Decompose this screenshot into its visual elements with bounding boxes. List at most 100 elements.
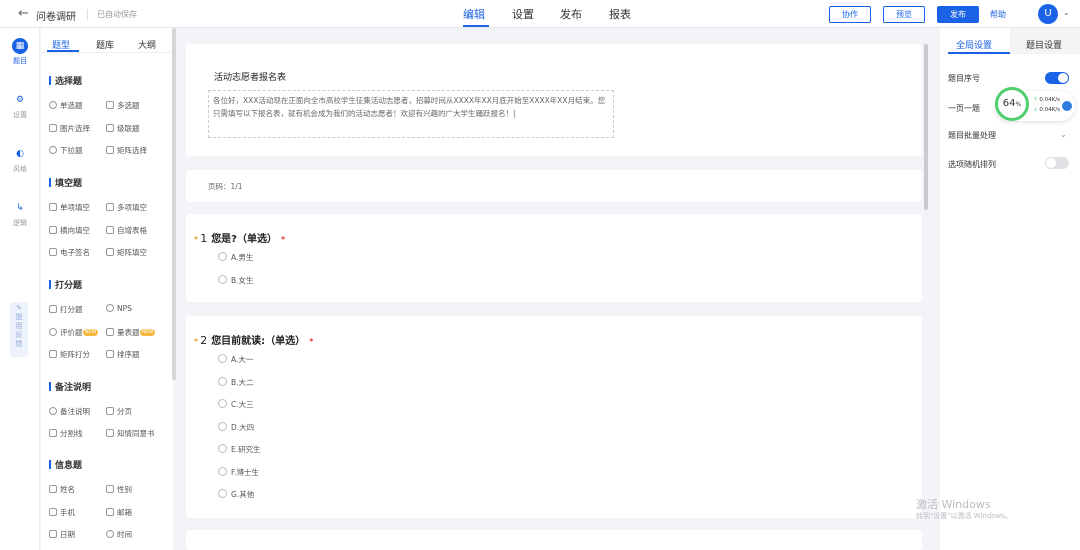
option-radio[interactable]: F.博士生 bbox=[218, 467, 259, 478]
radio-icon bbox=[49, 101, 57, 109]
qtype-divider[interactable]: 分割线 bbox=[49, 428, 83, 439]
random-options-toggle[interactable] bbox=[1045, 157, 1069, 169]
qtype-label: 邮箱 bbox=[117, 508, 132, 517]
scrollbar[interactable] bbox=[172, 28, 176, 380]
qtype-page-break[interactable]: 分页 bbox=[106, 406, 132, 417]
qtype-signature[interactable]: 电子签名 bbox=[49, 247, 90, 258]
chevron-down-icon[interactable]: ⌄ bbox=[1060, 130, 1067, 139]
group-title-info: 信息题 bbox=[49, 458, 82, 471]
rail-label: 题目 bbox=[13, 57, 27, 65]
tab-global-settings[interactable]: 全局设置 bbox=[956, 38, 992, 51]
qtype-cascade[interactable]: 级联题 bbox=[106, 123, 140, 134]
divider bbox=[41, 52, 173, 53]
qtype-name[interactable]: 姓名 bbox=[49, 484, 75, 495]
qtype-auto-table[interactable]: 自增表格 bbox=[106, 225, 147, 236]
qtype-label: 姓名 bbox=[60, 485, 75, 494]
rail-label: 风格 bbox=[13, 165, 27, 173]
left-rail: ▦ 题目 ⚙ 设置 ◐ 风格 ↳ 逻辑 bbox=[0, 28, 40, 550]
tab-settings[interactable]: 设置 bbox=[512, 6, 534, 22]
rail-item-questions[interactable]: ▦ 题目 bbox=[0, 38, 40, 66]
qtype-label: 电子签名 bbox=[60, 248, 90, 257]
question-number: 1 bbox=[200, 232, 208, 245]
qtype-matrix-score[interactable]: 矩阵打分 bbox=[49, 349, 90, 360]
qtype-image-choice[interactable]: 图片选择 bbox=[49, 123, 90, 134]
tab-report[interactable]: 报表 bbox=[609, 6, 631, 22]
qtype-matrix-choice[interactable]: 矩阵选择 bbox=[106, 145, 147, 156]
tab-question-bank[interactable]: 题库 bbox=[96, 38, 114, 51]
network-speed-widget[interactable]: 64% ↑ 0.04K/s ↓ 0.04K/s bbox=[995, 87, 1075, 121]
question-card-2[interactable]: * 2 您目前就读:（单选） * A.大一 B.大二 C.大三 D.大四 E.研究生 … bbox=[186, 316, 922, 518]
nps-icon bbox=[106, 304, 114, 312]
qtype-multi-choice[interactable]: 多选题 bbox=[106, 100, 140, 111]
publish-button[interactable]: 发布 bbox=[937, 6, 979, 23]
qtype-scale[interactable]: 量表题 NEW bbox=[106, 327, 156, 338]
qtype-phone[interactable]: 手机 bbox=[49, 507, 75, 518]
rail-item-logic[interactable]: ↳ 逻辑 bbox=[0, 200, 40, 228]
numbering-toggle[interactable] bbox=[1045, 72, 1069, 84]
qtype-label: 图片选择 bbox=[60, 124, 90, 133]
matrix-icon bbox=[106, 248, 114, 256]
collab-button[interactable]: 协作 bbox=[829, 6, 871, 23]
setting-one-per-page: 一页一题 bbox=[948, 104, 980, 113]
palette-icon: ◐ bbox=[16, 149, 24, 159]
qtype-email[interactable]: 邮箱 bbox=[106, 507, 132, 518]
qtype-date[interactable]: 日期 bbox=[49, 529, 75, 540]
edit-icon: ✎ bbox=[16, 304, 22, 312]
qtype-consent[interactable]: 知情同意书 bbox=[106, 428, 155, 439]
divider bbox=[87, 9, 88, 20]
survey-title[interactable]: 活动志愿者报名表 bbox=[214, 70, 286, 83]
survey-description-input[interactable]: 各位好，XXX活动现在正面向全市高校学生征集活动志愿者，招募时间从XXXX年XX… bbox=[208, 90, 614, 138]
qtype-nps[interactable]: NPS bbox=[106, 304, 132, 313]
question-card-1[interactable]: * 1 您是?（单选） * A.男生 B.女生 bbox=[186, 214, 922, 302]
qtype-rating[interactable]: 打分题 bbox=[49, 304, 83, 315]
survey-header-card[interactable]: 活动志愿者报名表 各位好，XXX活动现在正面向全市高校学生征集活动志愿者，招募时… bbox=[186, 44, 922, 156]
qtype-matrix-fill[interactable]: 矩阵填空 bbox=[106, 247, 147, 258]
preview-button[interactable]: 预览 bbox=[883, 6, 925, 23]
qtype-multi-fill[interactable]: 多项填空 bbox=[106, 202, 147, 213]
qtype-single-fill[interactable]: 单项填空 bbox=[49, 202, 90, 213]
option-radio[interactable]: A.男生 bbox=[218, 252, 253, 263]
feedback-char: 馈 bbox=[15, 340, 23, 348]
feedback-button[interactable]: ✎ 提 用 反 馈 bbox=[10, 302, 28, 357]
question-text: 您目前就读: bbox=[211, 336, 266, 347]
option-radio[interactable]: C.大三 bbox=[218, 399, 254, 410]
avatar[interactable]: U bbox=[1038, 4, 1058, 24]
widget-menu-icon[interactable] bbox=[1062, 101, 1072, 111]
qtype-sort[interactable]: 排序题 bbox=[106, 349, 140, 360]
question-title[interactable]: * 2 您目前就读:（单选） * bbox=[194, 332, 313, 347]
qtype-single-choice[interactable]: 单选题 bbox=[49, 100, 83, 111]
tab-publish[interactable]: 发布 bbox=[560, 6, 582, 22]
calendar-icon bbox=[49, 530, 57, 538]
question-card-3[interactable] bbox=[186, 530, 922, 550]
option-radio[interactable]: E.研究生 bbox=[218, 444, 261, 455]
text-icon bbox=[49, 226, 57, 234]
scrollbar[interactable] bbox=[924, 44, 928, 210]
upload-speed: ↑ 0.04K/s bbox=[1033, 97, 1060, 103]
chevron-down-icon[interactable]: ⌄ bbox=[1063, 8, 1070, 17]
qtype-label: 分割线 bbox=[60, 429, 83, 438]
option-radio[interactable]: G.其他 bbox=[218, 489, 254, 500]
tab-edit[interactable]: 编辑 bbox=[463, 6, 485, 22]
qtype-evaluation[interactable]: 评价题 NEW bbox=[49, 327, 99, 338]
option-radio[interactable]: B.女生 bbox=[218, 275, 254, 286]
tab-outline[interactable]: 大纲 bbox=[138, 38, 156, 51]
qtype-label: 横向填空 bbox=[60, 226, 90, 235]
question-title[interactable]: * 1 您是?（单选） * bbox=[194, 230, 285, 245]
qtype-gender[interactable]: 性别 bbox=[106, 484, 132, 495]
qtype-horizontal-fill[interactable]: 横向填空 bbox=[49, 225, 90, 236]
help-link[interactable]: 帮助 bbox=[990, 9, 1006, 20]
rail-item-style[interactable]: ◐ 风格 bbox=[0, 146, 40, 174]
option-radio[interactable]: B.大二 bbox=[218, 377, 254, 388]
qtype-note[interactable]: 备注说明 bbox=[49, 406, 90, 417]
qtype-label: 矩阵打分 bbox=[60, 350, 90, 359]
rail-item-settings[interactable]: ⚙ 设置 bbox=[0, 92, 40, 120]
setting-batch[interactable]: 题目批量处理 bbox=[948, 130, 996, 141]
group-title-choice: 选择题 bbox=[49, 74, 82, 87]
usage-unit: % bbox=[1015, 101, 1022, 108]
qtype-time[interactable]: 时间 bbox=[106, 529, 132, 540]
option-radio[interactable]: A.大一 bbox=[218, 354, 253, 365]
back-arrow-icon[interactable]: ← bbox=[18, 6, 29, 21]
tab-question-settings[interactable]: 题目设置 bbox=[1026, 38, 1062, 51]
option-radio[interactable]: D.大四 bbox=[218, 422, 254, 433]
qtype-dropdown[interactable]: 下拉题 bbox=[49, 145, 83, 156]
